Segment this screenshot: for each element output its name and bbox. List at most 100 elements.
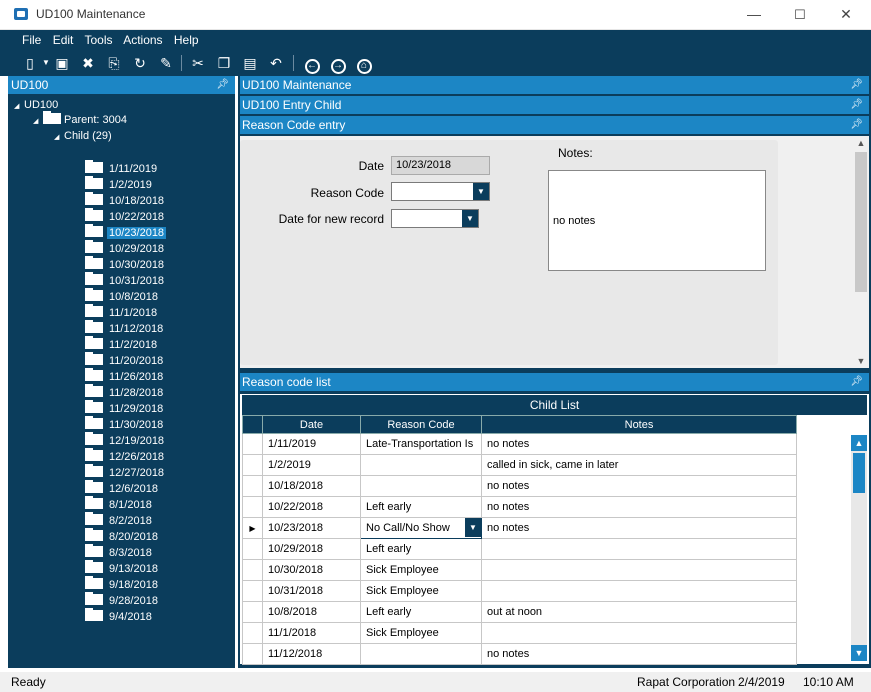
- chevron-down-icon[interactable]: ▼: [465, 518, 481, 537]
- copy-icon[interactable]: ❐: [214, 53, 234, 73]
- pin-icon[interactable]: 📌︎: [850, 96, 863, 114]
- tree-item[interactable]: 10/22/2018: [85, 208, 166, 226]
- panel-header-reason-code-list[interactable]: Reason code list 📌︎: [240, 373, 869, 391]
- collapse-icon[interactable]: ◢: [54, 130, 64, 146]
- table-row[interactable]: 10/29/2018 Left early: [242, 538, 797, 560]
- tree-item[interactable]: 1/11/2019: [85, 160, 159, 178]
- maximize-button[interactable]: ☐: [777, 0, 823, 30]
- chevron-down-icon[interactable]: ▼: [473, 183, 489, 200]
- reason-code-select[interactable]: ▼: [391, 182, 490, 201]
- cell-reason-code[interactable]: Sick Employee: [360, 559, 482, 581]
- attach-icon[interactable]: ⎘: [104, 53, 124, 73]
- cell-reason-code[interactable]: [360, 643, 482, 665]
- collapse-icon[interactable]: ◢: [14, 99, 24, 115]
- tree-item[interactable]: 12/26/2018: [85, 448, 166, 466]
- tree-root[interactable]: ◢ UD100: [14, 97, 58, 113]
- cell-date[interactable]: 10/31/2018: [262, 580, 361, 602]
- pin-icon[interactable]: 📌︎: [850, 373, 863, 391]
- cell-notes[interactable]: [481, 538, 797, 560]
- tree-item[interactable]: 9/18/2018: [85, 576, 160, 594]
- cell-date[interactable]: 10/8/2018: [262, 601, 361, 623]
- home-icon[interactable]: ⌂: [354, 53, 374, 74]
- row-selector[interactable]: [242, 496, 263, 518]
- tree-item[interactable]: 8/2/2018: [85, 512, 154, 530]
- tree-parent[interactable]: ◢ Parent: 3004: [33, 111, 127, 130]
- close-button[interactable]: ✕: [823, 0, 869, 30]
- pin-icon[interactable]: 📌︎: [850, 76, 863, 94]
- tree-item[interactable]: 9/13/2018: [85, 560, 160, 578]
- cell-date[interactable]: 10/30/2018: [262, 559, 361, 581]
- cell-reason-code[interactable]: Left early: [360, 601, 482, 623]
- cell-notes[interactable]: [481, 580, 797, 602]
- scroll-thumb[interactable]: [853, 453, 865, 493]
- table-row[interactable]: 10/30/2018 Sick Employee: [242, 559, 797, 581]
- cell-reason-code[interactable]: [360, 475, 482, 497]
- undo-icon[interactable]: ↶: [266, 53, 286, 73]
- tree-item[interactable]: 11/2/2018: [85, 336, 159, 354]
- chevron-down-icon[interactable]: ▼: [462, 210, 478, 227]
- table-row[interactable]: ▶ 10/23/2018 No Call/No Show ▼ no notes: [242, 517, 797, 539]
- cell-date[interactable]: 10/22/2018: [262, 496, 361, 518]
- tree-item[interactable]: 11/1/2018: [85, 304, 159, 322]
- cell-reason-code[interactable]: Left early: [360, 538, 482, 560]
- new-record-date-picker[interactable]: ▼: [391, 209, 479, 228]
- collapse-icon[interactable]: ◢: [33, 114, 43, 130]
- tree-item[interactable]: 12/6/2018: [85, 480, 160, 498]
- table-row[interactable]: 11/1/2018 Sick Employee: [242, 622, 797, 644]
- cut-icon[interactable]: ✂: [188, 53, 208, 73]
- cell-reason-code[interactable]: Late-Transportation Is: [360, 433, 482, 455]
- minimize-button[interactable]: —: [731, 0, 777, 30]
- menu-actions[interactable]: Actions: [123, 33, 162, 47]
- row-selector[interactable]: [242, 622, 263, 644]
- row-selector[interactable]: [242, 643, 263, 665]
- cell-date[interactable]: 1/2/2019: [262, 454, 361, 476]
- cell-notes[interactable]: no notes: [481, 643, 797, 665]
- column-header-notes[interactable]: Notes: [481, 415, 797, 434]
- column-header-date[interactable]: Date: [262, 415, 361, 434]
- cell-date[interactable]: 10/23/2018: [262, 517, 361, 539]
- table-row[interactable]: 10/22/2018 Left early no notes: [242, 496, 797, 518]
- cell-notes[interactable]: no notes: [481, 475, 797, 497]
- row-selector[interactable]: [242, 601, 263, 623]
- table-row[interactable]: 1/2/2019 called in sick, came in later: [242, 454, 797, 476]
- cell-notes[interactable]: [481, 559, 797, 581]
- tree-item[interactable]: 10/29/2018: [85, 240, 166, 258]
- cell-date[interactable]: 10/18/2018: [262, 475, 361, 497]
- scroll-thumb[interactable]: [855, 152, 867, 292]
- notes-textarea[interactable]: no notes: [548, 170, 766, 271]
- cell-date[interactable]: 1/11/2019: [262, 433, 361, 455]
- save-icon[interactable]: ▣: [52, 53, 72, 73]
- clear-icon[interactable]: ✎: [156, 53, 176, 73]
- row-selector[interactable]: [242, 433, 263, 455]
- table-row[interactable]: 1/11/2019 Late-Transportation Is no notes: [242, 433, 797, 455]
- delete-icon[interactable]: ✖: [78, 53, 98, 73]
- tree-item[interactable]: 10/31/2018: [85, 272, 166, 290]
- row-selector[interactable]: [242, 559, 263, 581]
- menu-file[interactable]: File: [22, 33, 41, 47]
- table-row[interactable]: 11/12/2018 no notes: [242, 643, 797, 665]
- next-icon[interactable]: →: [328, 53, 348, 74]
- cell-date[interactable]: 11/1/2018: [262, 622, 361, 644]
- tree-item[interactable]: 10/23/2018: [85, 224, 167, 242]
- cell-date[interactable]: 10/29/2018: [262, 538, 361, 560]
- cell-notes[interactable]: out at noon: [481, 601, 797, 623]
- tree-item[interactable]: 11/29/2018: [85, 400, 165, 418]
- paste-icon[interactable]: ▤: [240, 53, 260, 73]
- cell-reason-code-editor[interactable]: No Call/No Show ▼: [360, 517, 482, 539]
- tree-item[interactable]: 12/19/2018: [85, 432, 166, 450]
- tree-child-group[interactable]: ◢ Child (29): [54, 128, 112, 144]
- menu-edit[interactable]: Edit: [53, 33, 74, 47]
- tree-item[interactable]: 11/20/2018: [85, 352, 165, 370]
- tree-item[interactable]: 11/30/2018: [85, 416, 165, 434]
- tree-item[interactable]: 12/27/2018: [85, 464, 166, 482]
- row-selector[interactable]: [242, 454, 263, 476]
- tree-item[interactable]: 10/18/2018: [85, 192, 166, 210]
- cell-reason-code[interactable]: Sick Employee: [360, 622, 482, 644]
- tree-item[interactable]: 8/1/2018: [85, 496, 154, 514]
- table-row[interactable]: 10/31/2018 Sick Employee: [242, 580, 797, 602]
- cell-notes[interactable]: no notes: [481, 496, 797, 518]
- tree-item[interactable]: 10/30/2018: [85, 256, 166, 274]
- panel-header-maintenance[interactable]: UD100 Maintenance 📌︎: [240, 76, 869, 94]
- tree-item[interactable]: 9/4/2018: [85, 608, 154, 626]
- panel-header-reason-code-entry[interactable]: Reason Code entry 📌︎: [240, 116, 869, 134]
